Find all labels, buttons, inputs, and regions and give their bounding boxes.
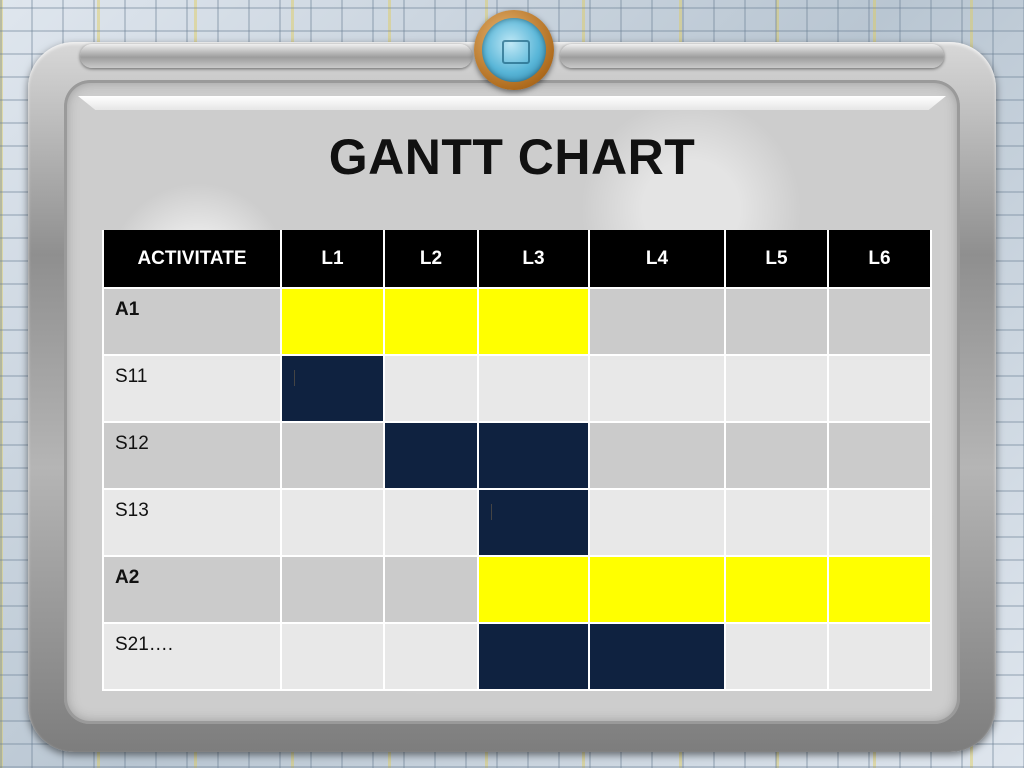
gantt-row: A1 bbox=[102, 287, 932, 356]
gantt-empty-cell bbox=[588, 421, 726, 490]
activity-label: S21…. bbox=[102, 622, 282, 691]
gantt-empty-cell bbox=[724, 488, 829, 557]
gantt-task-bar bbox=[477, 622, 590, 691]
activity-label: S12 bbox=[102, 421, 282, 490]
gantt-table: ACTIVITATE L1 L2 L3 L4 L5 L6 A1 S11 S12 S13… bbox=[102, 230, 932, 691]
gantt-empty-cell bbox=[724, 354, 829, 423]
gantt-empty-cell bbox=[827, 488, 932, 557]
gantt-body: A1 S11 S12 S13 A2 S21…. bbox=[102, 287, 932, 691]
gantt-row: A2 bbox=[102, 555, 932, 624]
gantt-summary-bar bbox=[827, 555, 932, 624]
gantt-empty-cell bbox=[280, 421, 385, 490]
column-header-activity: ACTIVITATE bbox=[102, 230, 282, 289]
gantt-summary-bar bbox=[280, 287, 385, 356]
gantt-task-bar bbox=[477, 488, 590, 557]
gantt-summary-bar bbox=[383, 287, 479, 356]
activity-label: S11 bbox=[102, 354, 282, 423]
column-header-l1: L1 bbox=[280, 230, 385, 289]
gantt-empty-cell bbox=[280, 622, 385, 691]
gantt-summary-bar bbox=[724, 555, 829, 624]
top-bar-right bbox=[560, 44, 944, 68]
gantt-empty-cell bbox=[827, 354, 932, 423]
gantt-empty-cell bbox=[724, 421, 829, 490]
gantt-task-bar bbox=[383, 421, 479, 490]
gantt-empty-cell bbox=[477, 354, 590, 423]
gantt-empty-cell bbox=[588, 488, 726, 557]
gantt-empty-cell bbox=[827, 287, 932, 356]
column-header-l5: L5 bbox=[724, 230, 829, 289]
gantt-row: S21…. bbox=[102, 622, 932, 691]
column-header-l3: L3 bbox=[477, 230, 590, 289]
gantt-summary-bar bbox=[477, 555, 590, 624]
gantt-empty-cell bbox=[383, 622, 479, 691]
gantt-empty-cell bbox=[588, 354, 726, 423]
gantt-summary-bar bbox=[588, 555, 726, 624]
gantt-summary-bar bbox=[477, 287, 590, 356]
gantt-empty-cell bbox=[383, 555, 479, 624]
gantt-row: S12 bbox=[102, 421, 932, 490]
gantt-empty-cell bbox=[383, 354, 479, 423]
title-glare bbox=[78, 96, 946, 110]
gantt-row: S13 bbox=[102, 488, 932, 557]
text-cursor-mark bbox=[294, 370, 295, 386]
chart-title: GANTT CHART bbox=[328, 129, 696, 185]
column-header-l2: L2 bbox=[383, 230, 479, 289]
gantt-empty-cell bbox=[827, 421, 932, 490]
gantt-empty-cell bbox=[280, 555, 385, 624]
gantt-row: S11 bbox=[102, 354, 932, 423]
text-cursor-mark bbox=[491, 504, 492, 520]
top-bar-left bbox=[80, 44, 472, 68]
ornament-emblem-icon bbox=[474, 10, 554, 90]
gantt-task-bar bbox=[588, 622, 726, 691]
gantt-empty-cell bbox=[588, 287, 726, 356]
gantt-empty-cell bbox=[827, 622, 932, 691]
activity-label: A1 bbox=[102, 287, 282, 356]
gantt-task-bar bbox=[477, 421, 590, 490]
gantt-empty-cell bbox=[724, 287, 829, 356]
gantt-empty-cell bbox=[383, 488, 479, 557]
gantt-header-row: ACTIVITATE L1 L2 L3 L4 L5 L6 bbox=[102, 230, 932, 289]
column-header-l6: L6 bbox=[827, 230, 932, 289]
gantt-empty-cell bbox=[724, 622, 829, 691]
activity-label: S13 bbox=[102, 488, 282, 557]
gantt-task-bar bbox=[280, 354, 385, 423]
column-header-l4: L4 bbox=[588, 230, 726, 289]
gantt-empty-cell bbox=[280, 488, 385, 557]
activity-label: A2 bbox=[102, 555, 282, 624]
